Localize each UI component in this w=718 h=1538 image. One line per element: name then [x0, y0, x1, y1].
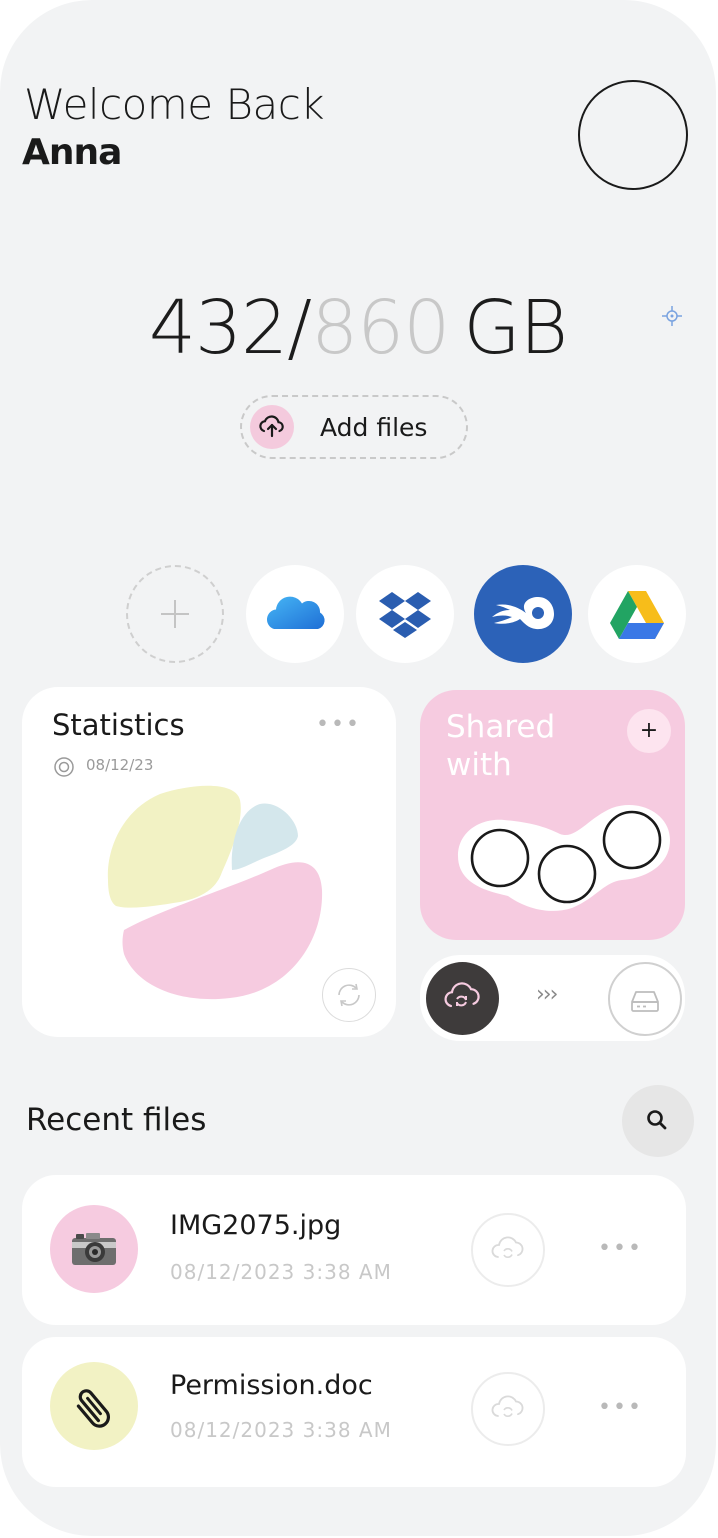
cloud-icon	[266, 596, 325, 629]
storage-total: 860	[311, 285, 450, 371]
statistics-menu-button[interactable]: •••	[316, 712, 361, 737]
calendar-icon	[53, 756, 75, 782]
file-name: Permission.doc	[170, 1370, 373, 1401]
recent-files-title: Recent files	[26, 1102, 207, 1138]
drive-icon	[631, 991, 659, 1012]
shared-user-avatar	[470, 828, 530, 888]
shared-with-title: Shared with	[446, 709, 556, 783]
storage-used: 432	[148, 285, 288, 371]
pie-slice-yellow	[107, 785, 241, 908]
dropbox-button[interactable]	[356, 565, 454, 663]
statistics-date: 08/12/23	[86, 756, 154, 774]
search-button[interactable]	[622, 1085, 694, 1157]
transfer-arrows: ›››	[536, 982, 558, 1007]
storage-separator: /	[287, 285, 312, 371]
more-icon: •••	[598, 1236, 643, 1261]
plus-icon	[161, 600, 189, 628]
add-shared-user-button[interactable]: +	[627, 709, 671, 753]
storage-usage: 432/860 GB	[0, 285, 716, 371]
file-date: 08/12/2023 3:38 AM	[170, 1418, 392, 1442]
file-name: IMG2075.jpg	[170, 1210, 342, 1241]
storage-unit: GB	[463, 285, 568, 371]
refresh-button[interactable]	[322, 968, 376, 1022]
add-service-button[interactable]	[126, 565, 224, 663]
mediafire-button[interactable]	[474, 565, 572, 663]
search-icon	[647, 1110, 667, 1130]
cloud-upload-icon	[250, 405, 294, 449]
google-drive-button[interactable]	[588, 565, 686, 663]
more-icon: •••	[316, 712, 361, 737]
cloud-sync-icon	[491, 1395, 524, 1417]
greeting-text: Welcome Back	[24, 80, 325, 129]
file-cloud-sync-button[interactable]	[471, 1213, 545, 1287]
file-cloud-sync-button[interactable]	[471, 1372, 545, 1446]
shared-user-avatar	[602, 810, 662, 870]
transfer-source-button[interactable]	[426, 962, 499, 1035]
camera-icon	[72, 1233, 116, 1265]
paperclip-icon	[76, 1389, 110, 1428]
shared-user-avatar	[537, 844, 597, 904]
user-name: Anna	[22, 132, 122, 173]
shared-users-group	[458, 804, 670, 911]
transfer-destination-button[interactable]	[608, 962, 682, 1036]
add-files-label: Add files	[320, 413, 428, 442]
mediafire-icon	[492, 597, 554, 630]
app-screen: Welcome Back Anna 432/860 GB Add files S…	[0, 0, 716, 1536]
file-type-badge	[50, 1362, 138, 1450]
pie-slice-blue	[231, 803, 298, 870]
file-type-badge	[50, 1205, 138, 1293]
refresh-icon	[338, 983, 360, 1007]
more-icon: •••	[598, 1395, 643, 1420]
statistics-pie-chart	[107, 785, 323, 1000]
add-files-button[interactable]: Add files	[240, 395, 468, 459]
file-menu-button[interactable]: •••	[598, 1395, 643, 1420]
avatar[interactable]	[578, 80, 688, 190]
file-date: 08/12/2023 3:38 AM	[170, 1260, 392, 1284]
icloud-button[interactable]	[246, 565, 344, 663]
file-menu-button[interactable]: •••	[598, 1236, 643, 1261]
cloud-icon	[444, 982, 480, 1008]
dropbox-icon	[379, 592, 431, 638]
google-drive-icon	[610, 591, 664, 639]
cloud-sync-icon	[491, 1236, 524, 1258]
statistics-title: Statistics	[52, 708, 185, 742]
crosshair-icon[interactable]	[660, 304, 684, 328]
